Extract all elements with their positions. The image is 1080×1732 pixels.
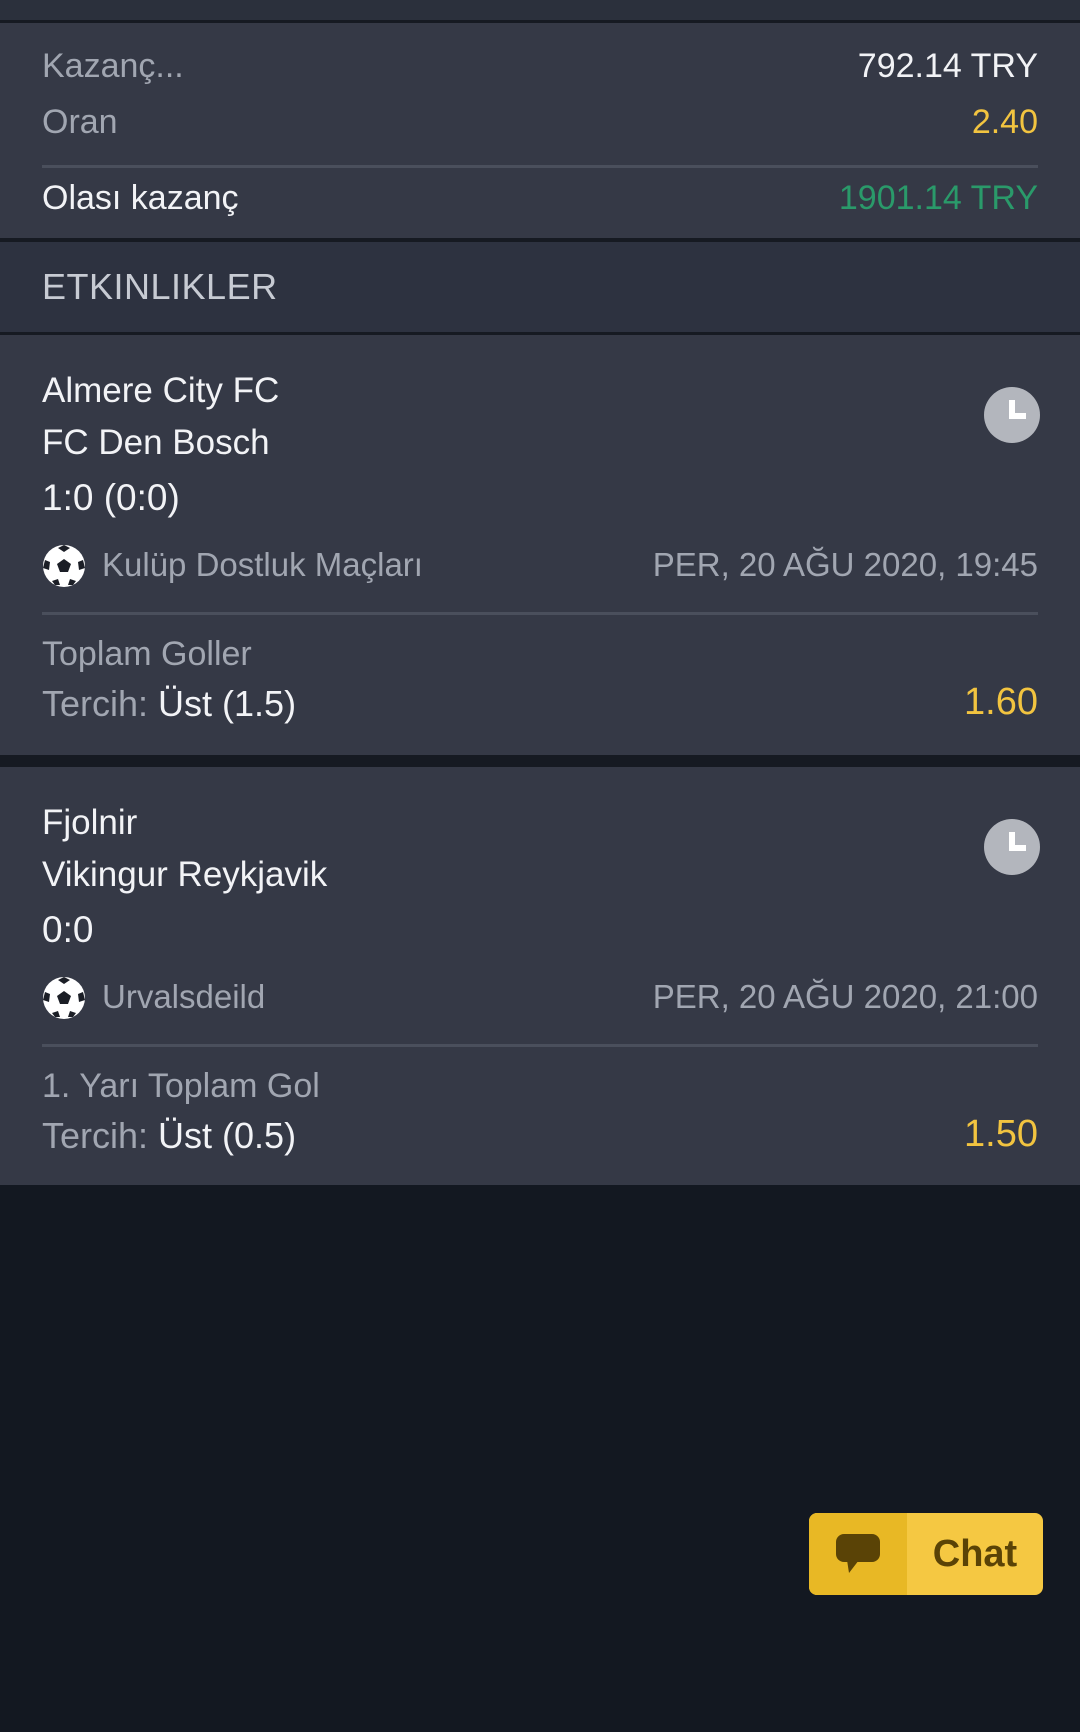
potential-value: 1901.14 TRY <box>838 179 1038 217</box>
event-card[interactable]: Almere City FC FC Den Bosch 1:0 (0:0) Ku… <box>0 335 1080 755</box>
event-separator <box>0 755 1080 767</box>
pick-value: Üst (1.5) <box>158 683 297 724</box>
stake-row: Kazanç... 792.14 TRY <box>42 47 1038 86</box>
potential-row: Olası kazanç 1901.14 TRY <box>42 179 1038 218</box>
market-name: 1. Yarı Toplam Gol <box>42 1067 320 1105</box>
summary-divider <box>42 165 1038 168</box>
odds-value: 2.40 <box>971 103 1038 141</box>
pick: Tercih: Üst (1.5) <box>42 683 296 725</box>
home-team: Almere City FC <box>42 371 280 410</box>
home-team: Fjolnir <box>42 803 138 842</box>
stake-value: 792.14 TRY <box>857 47 1038 85</box>
score: 1:0 (0:0) <box>42 477 180 518</box>
stake-label: Kazanç... <box>42 47 184 85</box>
event-card[interactable]: Fjolnir Vikingur Reykjavik 0:0 Urvalsdei… <box>0 767 1080 1185</box>
pick: Tercih: Üst (0.5) <box>42 1115 296 1157</box>
league-name: Kulüp Dostluk Maçları <box>102 546 423 583</box>
league-name: Urvalsdeild <box>102 978 266 1015</box>
clock-icon <box>984 387 1040 443</box>
chat-button[interactable]: Chat <box>809 1513 1043 1595</box>
event-datetime: PER, 20 AĞU 2020, 19:45 <box>652 546 1038 583</box>
pick-odd: 1.60 <box>964 681 1038 723</box>
speech-bubble-icon <box>809 1513 907 1595</box>
potential-label: Olası kazanç <box>42 179 239 217</box>
bet-summary: Kazanç... 792.14 TRY Oran 2.40 Olası kaz… <box>0 23 1080 242</box>
chat-label: Chat <box>932 1532 1018 1575</box>
event-divider <box>42 612 1038 615</box>
away-team: FC Den Bosch <box>42 423 270 462</box>
pick-odd: 1.50 <box>964 1113 1038 1155</box>
pick-label: Tercih: <box>42 683 149 724</box>
top-strip <box>0 0 1080 23</box>
away-team: Vikingur Reykjavik <box>42 855 328 894</box>
market-name: Toplam Goller <box>42 635 252 673</box>
event-datetime: PER, 20 AĞU 2020, 21:00 <box>652 978 1038 1015</box>
clock-icon <box>984 819 1040 875</box>
event-divider <box>42 1044 1038 1047</box>
odds-label: Oran <box>42 103 118 141</box>
pick-value: Üst (0.5) <box>158 1115 297 1156</box>
pick-label: Tercih: <box>42 1115 149 1156</box>
soccer-ball-icon <box>42 544 86 588</box>
odds-row: Oran 2.40 <box>42 103 1038 142</box>
events-header: ETKINLIKLER <box>0 242 1080 335</box>
events-header-title: ETKINLIKLER <box>42 266 278 307</box>
soccer-ball-icon <box>42 976 86 1020</box>
score: 0:0 <box>42 909 94 950</box>
